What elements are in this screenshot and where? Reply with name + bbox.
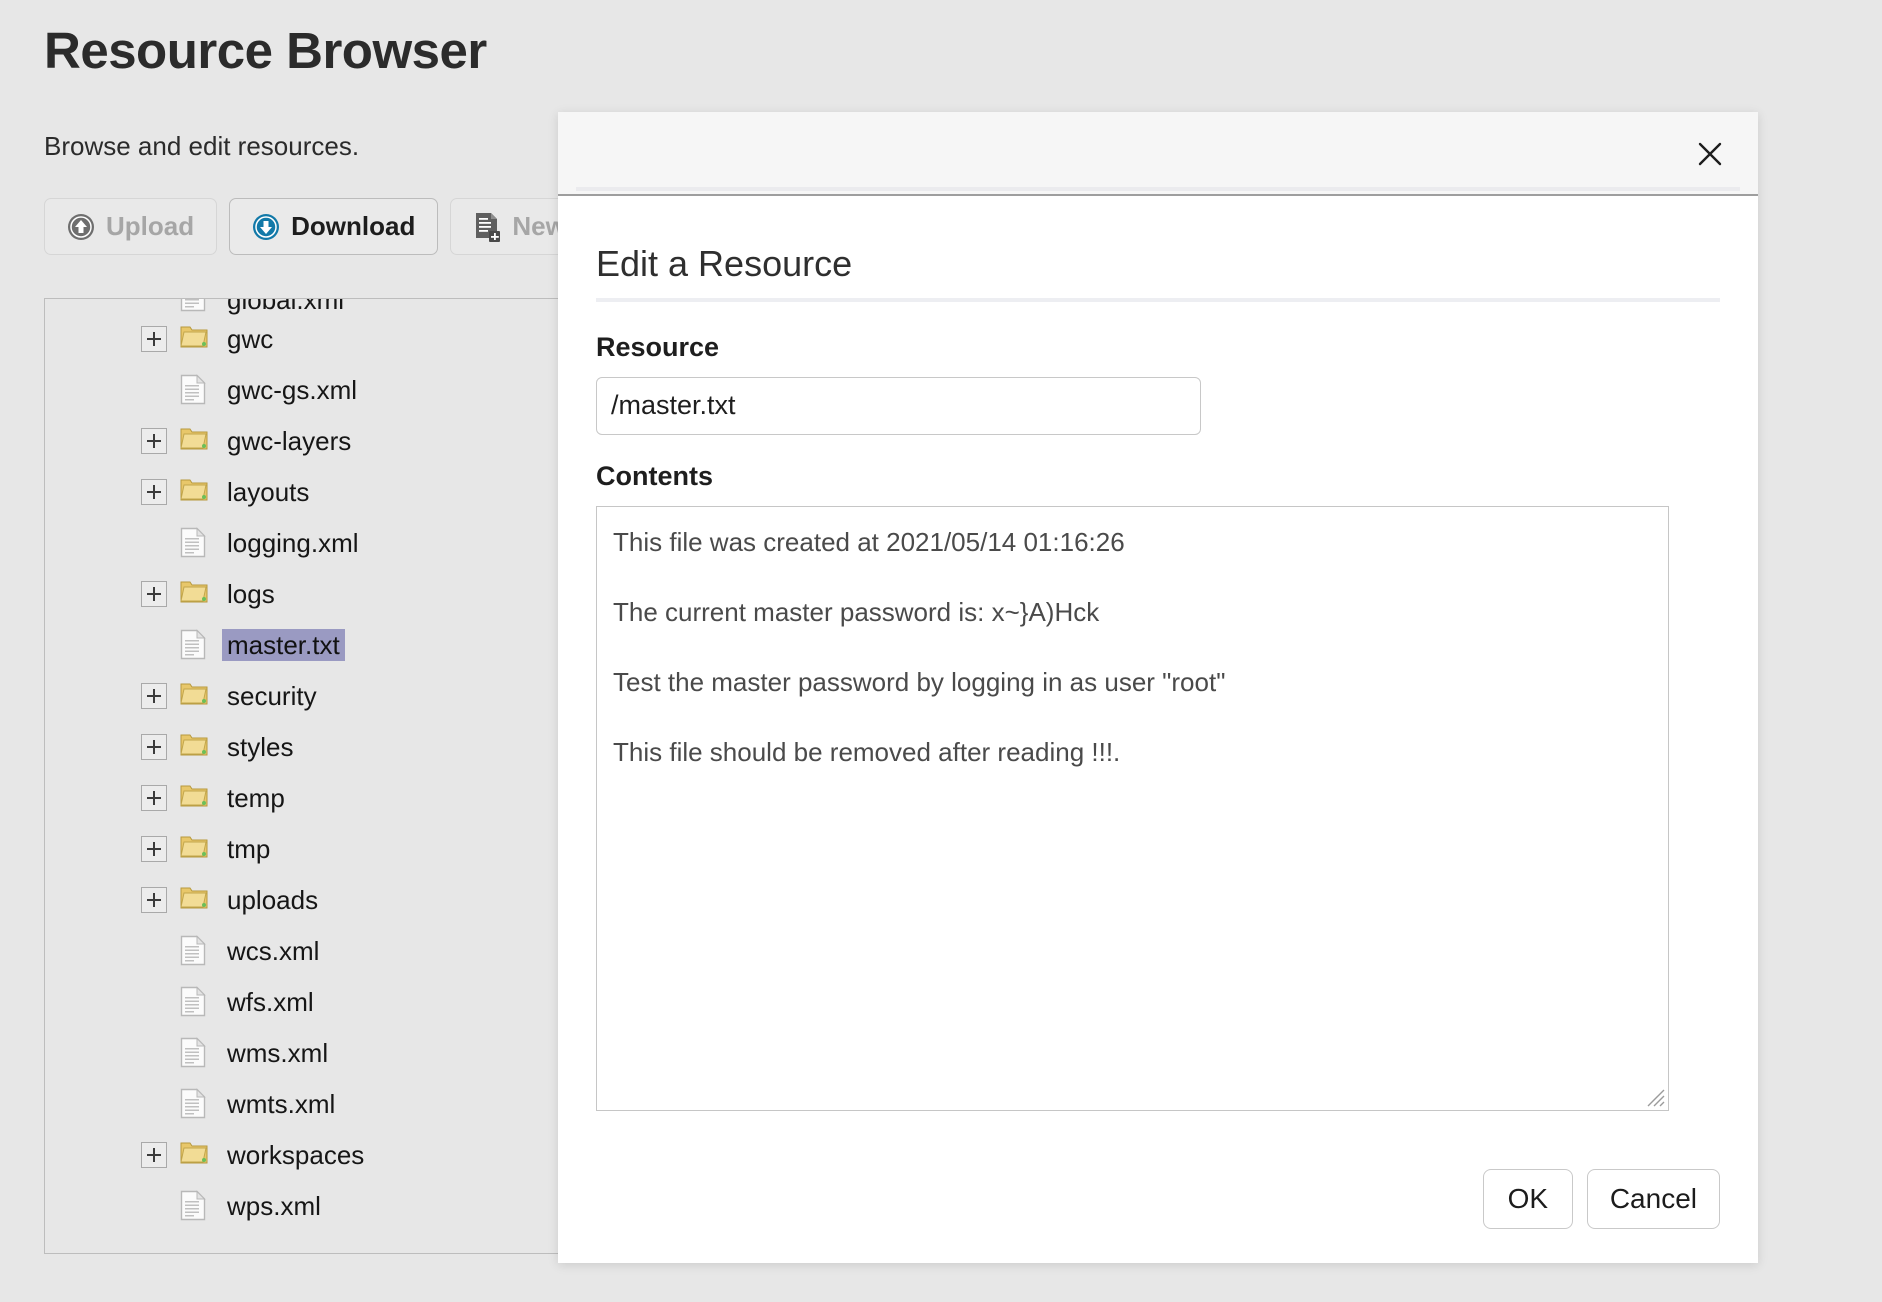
file-icon bbox=[180, 1087, 208, 1120]
folder-icon bbox=[180, 476, 208, 508]
upload-button-label: Upload bbox=[106, 211, 195, 241]
dialog-heading: Edit a Resource bbox=[596, 243, 853, 284]
folder-icon bbox=[180, 833, 208, 865]
contents-field-label: Contents bbox=[596, 460, 713, 491]
expand-plus-icon[interactable] bbox=[141, 580, 167, 607]
tree-node-label: global.xml bbox=[227, 298, 345, 315]
expand-plus-icon[interactable] bbox=[141, 325, 167, 352]
tree-node-label: gwc-gs.xml bbox=[227, 374, 358, 405]
edit-resource-dialog: Edit a Resource Resource Contents OK Can… bbox=[558, 112, 1758, 1263]
folder-icon bbox=[180, 782, 208, 814]
ok-button[interactable]: OK bbox=[1482, 1169, 1573, 1229]
resource-field-label: Resource bbox=[596, 331, 720, 362]
cancel-button[interactable]: Cancel bbox=[1586, 1169, 1720, 1229]
tree-node-label: wcs.xml bbox=[227, 935, 320, 966]
tree-node-label: workspaces bbox=[227, 1139, 365, 1170]
circle-up-arrow-icon bbox=[67, 213, 95, 241]
file-icon bbox=[180, 373, 208, 406]
circle-down-arrow-icon bbox=[252, 213, 280, 241]
dialog-titlebar bbox=[558, 112, 1758, 196]
file-icon bbox=[180, 299, 208, 313]
folder-icon bbox=[180, 731, 208, 763]
expand-plus-icon[interactable] bbox=[141, 733, 167, 760]
close-icon[interactable] bbox=[1690, 134, 1730, 174]
folder-icon bbox=[180, 578, 208, 610]
upload-button[interactable]: Upload bbox=[44, 198, 218, 255]
folder-icon bbox=[180, 680, 208, 712]
tree-node-label: wps.xml bbox=[227, 1190, 321, 1221]
file-icon bbox=[180, 934, 208, 967]
page-subtitle: Browse and edit resources. bbox=[44, 131, 360, 161]
tree-node-label: uploads bbox=[227, 884, 319, 915]
dialog-footer: OK Cancel bbox=[1482, 1169, 1720, 1229]
file-icon bbox=[180, 985, 208, 1018]
tree-node-label: styles bbox=[227, 731, 294, 762]
dialog-body: Edit a Resource Resource Contents bbox=[558, 196, 1758, 1111]
expand-plus-icon[interactable] bbox=[141, 835, 167, 862]
folder-icon bbox=[180, 323, 208, 355]
file-icon bbox=[180, 1189, 208, 1222]
tree-node-label: master.txt bbox=[222, 628, 345, 661]
expand-plus-icon[interactable] bbox=[141, 682, 167, 709]
page-title: Resource Browser bbox=[44, 22, 487, 79]
new-file-icon bbox=[473, 212, 501, 242]
folder-icon bbox=[180, 1139, 208, 1171]
tree-node-label: wmts.xml bbox=[227, 1088, 336, 1119]
expand-plus-icon[interactable] bbox=[141, 1141, 167, 1168]
tree-node-label: wfs.xml bbox=[227, 986, 314, 1017]
file-icon bbox=[180, 1036, 208, 1069]
file-icon bbox=[180, 526, 208, 559]
download-button[interactable]: Download bbox=[229, 198, 439, 255]
tree-node-label: gwc-layers bbox=[227, 425, 352, 456]
tree-node-label: security bbox=[227, 680, 317, 711]
tree-node-label: tmp bbox=[227, 833, 271, 864]
contents-textarea-wrap bbox=[596, 505, 1669, 1111]
file-icon bbox=[180, 628, 208, 661]
resource-input[interactable] bbox=[596, 376, 1201, 435]
expand-plus-icon[interactable] bbox=[141, 886, 167, 913]
expand-plus-icon[interactable] bbox=[141, 427, 167, 454]
tree-node-label: logs bbox=[227, 578, 275, 609]
folder-icon bbox=[180, 425, 208, 457]
tree-node-label: gwc bbox=[227, 323, 274, 354]
expand-plus-icon[interactable] bbox=[141, 784, 167, 811]
dialog-heading-divider bbox=[596, 297, 1720, 302]
expand-plus-icon[interactable] bbox=[141, 478, 167, 505]
tree-node-label: layouts bbox=[227, 476, 310, 507]
contents-textarea[interactable] bbox=[596, 505, 1669, 1111]
download-button-label: Download bbox=[291, 211, 416, 241]
tree-node-label: wms.xml bbox=[227, 1037, 329, 1068]
folder-icon bbox=[180, 884, 208, 916]
tree-node-label: logging.xml bbox=[227, 527, 359, 558]
toolbar: Upload Download New bbox=[44, 198, 589, 255]
tree-node-label: temp bbox=[227, 782, 285, 813]
